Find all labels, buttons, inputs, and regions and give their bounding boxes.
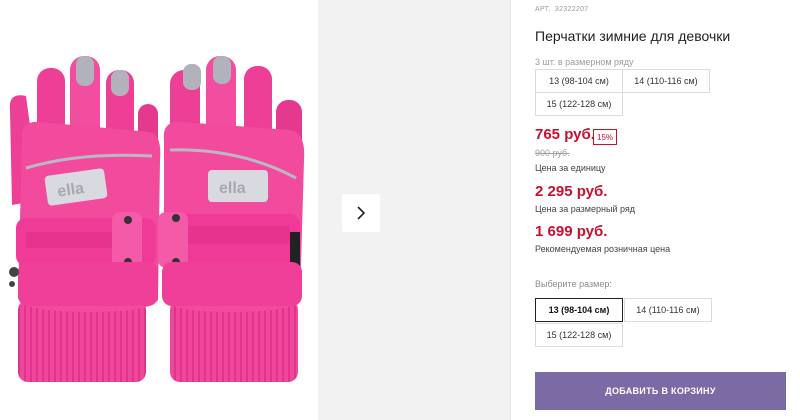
- pack-label: 3 шт. в размерном ряду: [535, 57, 634, 67]
- unit-price-caption: Цена за единицу: [535, 163, 606, 173]
- discount-badge: 15%: [593, 129, 618, 145]
- product-image[interactable]: ella ella: [0, 0, 318, 420]
- add-to-cart-button[interactable]: ДОБАВИТЬ В КОРЗИНУ: [535, 372, 786, 410]
- article-value: 32322207: [554, 6, 589, 13]
- pack-size-chip: 14 (110-116 см): [622, 69, 710, 93]
- pack-price-caption: Цена за размерный ряд: [535, 204, 636, 214]
- gallery-next-button[interactable]: [342, 194, 380, 232]
- pack-size-chip: 13 (98-104 см): [535, 69, 623, 93]
- article-number: АРТ. 32322207: [535, 6, 588, 13]
- size-option[interactable]: 14 (110-116 см): [624, 298, 712, 322]
- panel-divider: [510, 0, 511, 420]
- chevron-right-icon: [357, 206, 366, 220]
- unit-price: 765 руб.: [535, 126, 595, 143]
- size-option-selected[interactable]: 13 (98-104 см): [535, 298, 623, 322]
- svg-text:ella: ella: [219, 180, 246, 197]
- retail-price-caption: Рекомендуемая розничная цена: [535, 244, 671, 254]
- left-glove: ella: [9, 56, 161, 382]
- pack-size-chip: 15 (122-128 см): [535, 92, 623, 116]
- retail-price: 1 699 руб.: [535, 223, 608, 240]
- product-title: Перчатки зимние для девочки: [535, 28, 731, 44]
- old-price: 900 руб.: [535, 148, 570, 158]
- gloves-illustration: ella ella: [9, 56, 305, 382]
- size-option[interactable]: 15 (122-128 см): [535, 323, 623, 347]
- right-glove: ella: [158, 56, 305, 382]
- article-label: АРТ.: [535, 6, 551, 13]
- pack-price: 2 295 руб.: [535, 183, 608, 200]
- size-select-label: Выберите размер:: [535, 279, 612, 289]
